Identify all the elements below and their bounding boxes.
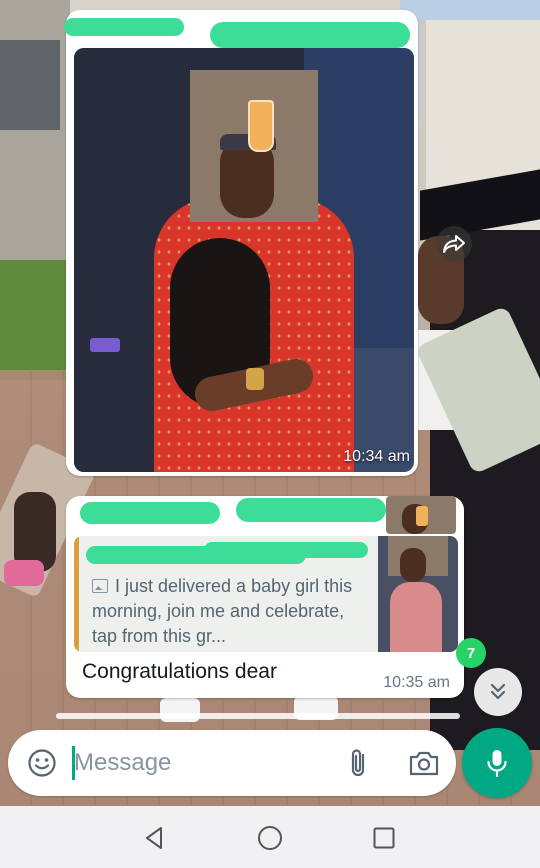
sender-phone-redaction: [236, 498, 386, 522]
photo-glass: [248, 100, 274, 152]
sender-phone-redaction: [210, 22, 410, 48]
photo-watch: [246, 368, 264, 390]
image-icon: [92, 579, 108, 593]
photo-watermark-logo: [90, 338, 120, 352]
quoted-text-body: I just delivered a baby girl this mornin…: [92, 576, 353, 646]
quoted-message[interactable]: I just delivered a baby girl this mornin…: [74, 536, 458, 652]
sender-name-redaction: [64, 18, 184, 36]
forward-button[interactable]: [436, 226, 472, 262]
message-text: Congratulations dear: [82, 660, 277, 683]
avatar-glass: [416, 506, 428, 526]
back-triangle-icon: [146, 827, 162, 849]
message-timestamp: 10:35 am: [383, 674, 450, 691]
wallpaper-building: [0, 0, 70, 260]
wallpaper-grass: [0, 260, 70, 380]
attach-button[interactable]: [340, 745, 376, 781]
quoted-thumbnail: [378, 536, 458, 652]
mic-icon: [487, 750, 507, 778]
message-preview-strip: [56, 713, 460, 719]
camera-button[interactable]: [404, 745, 444, 781]
double-chevron-down-icon: [490, 683, 506, 700]
unread-count-badge[interactable]: 7: [456, 638, 486, 668]
message-composer: [8, 730, 456, 796]
paperclip-icon: [351, 749, 365, 777]
wallpaper-pink-item: [4, 560, 44, 586]
emoji-icon: [28, 749, 56, 777]
home-circle-icon: [258, 826, 282, 850]
forward-icon: [443, 235, 465, 253]
message-input[interactable]: [74, 740, 334, 786]
sender-name-redaction: [80, 502, 220, 524]
nav-recents-button[interactable]: [367, 821, 401, 855]
thumbnail-dress: [390, 582, 442, 652]
voice-message-button[interactable]: [462, 728, 532, 798]
thumbnail-face: [400, 548, 426, 582]
quoted-phone-redaction: [204, 542, 368, 558]
emoji-button[interactable]: [24, 745, 60, 781]
wallpaper-window: [0, 40, 60, 130]
quote-accent-bar: [74, 536, 79, 652]
nav-home-button[interactable]: [253, 821, 287, 855]
camera-icon: [409, 751, 439, 776]
message-timestamp: 10:34 am: [343, 448, 410, 465]
scroll-to-bottom-button[interactable]: [474, 668, 522, 716]
quoted-text: I just delivered a baby girl this mornin…: [92, 574, 372, 649]
recents-square-icon: [373, 827, 395, 849]
sender-avatar[interactable]: [386, 496, 456, 534]
message-photo[interactable]: [74, 48, 414, 472]
system-navigation-bar: [0, 806, 540, 868]
nav-back-button[interactable]: [137, 821, 171, 855]
